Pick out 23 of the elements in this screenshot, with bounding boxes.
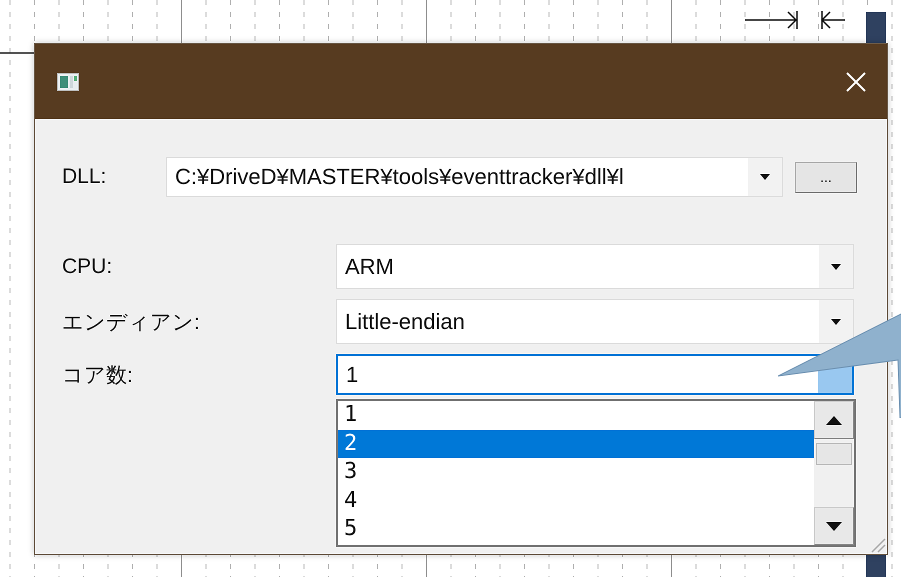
field-label: コア数: [62, 362, 134, 388]
scroll-thumb[interactable] [816, 443, 852, 465]
list-item[interactable]: 5 [338, 515, 814, 544]
scroll-bar[interactable] [814, 401, 854, 545]
browse-button[interactable]: ... [795, 162, 857, 192]
list-item[interactable]: 1 [338, 401, 814, 430]
list-item[interactable]: 4 [338, 486, 814, 515]
caret-icon [831, 318, 841, 324]
scroll-up-icon[interactable] [826, 416, 842, 424]
field-label: DLL: [62, 165, 108, 189]
list-item[interactable]: 3 [338, 458, 814, 486]
scroll-down-icon[interactable] [826, 522, 842, 530]
field-label: エンディアン: [62, 310, 201, 336]
app-icon [57, 72, 79, 90]
list-item[interactable]: 2 [338, 430, 814, 458]
combo-box[interactable]: Little-endian [336, 299, 854, 344]
path-combo[interactable]: C:¥DriveD¥MASTER¥tools¥eventtracker¥dll¥l [166, 157, 783, 197]
caret-icon [831, 264, 841, 270]
close-icon[interactable] [845, 70, 867, 92]
combo-box[interactable]: 1 [336, 354, 854, 395]
combo-box[interactable]: ARM [336, 244, 854, 289]
field-label: CPU: [62, 254, 114, 278]
caret-icon [760, 174, 770, 180]
